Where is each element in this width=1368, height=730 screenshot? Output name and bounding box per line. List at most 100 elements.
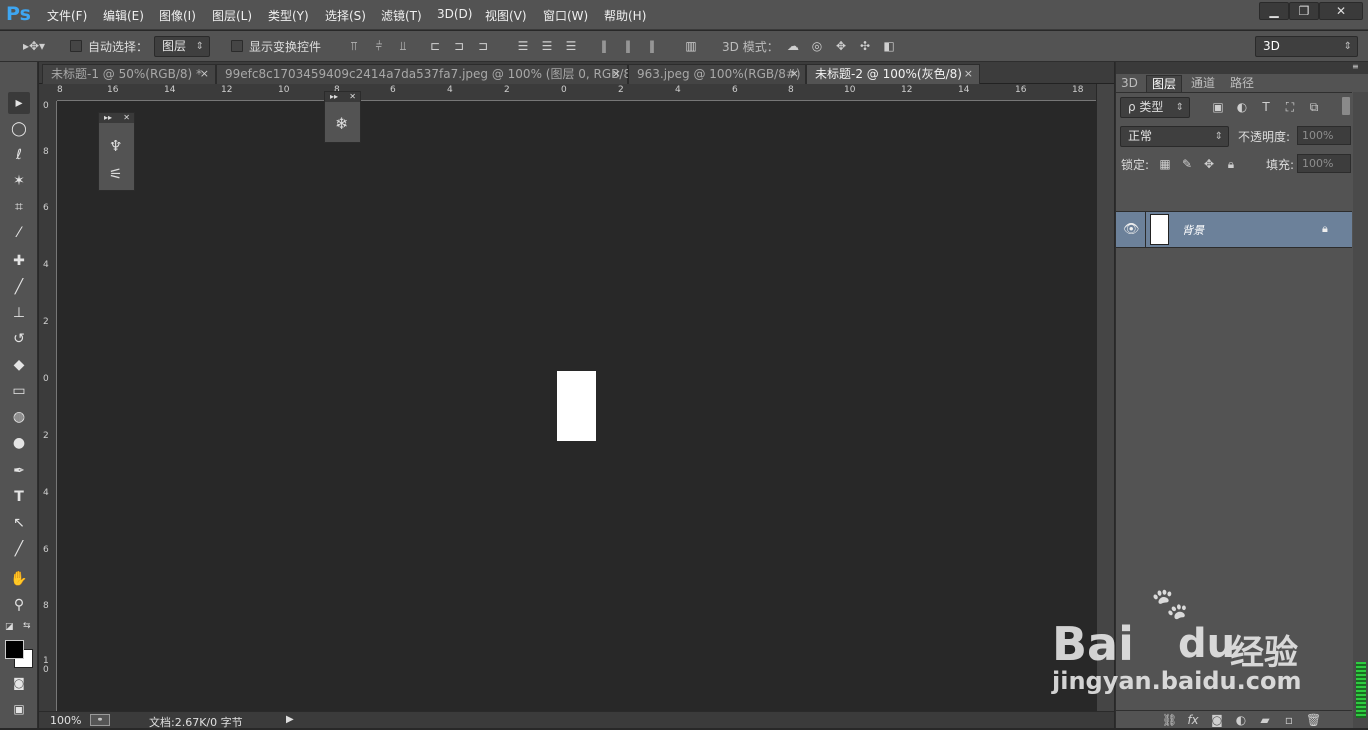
tab-layers[interactable]: 图层 xyxy=(1146,75,1183,92)
3d-camera-icon[interactable]: ◧ xyxy=(882,39,896,53)
gradient-icon[interactable]: ▭ xyxy=(8,380,30,402)
menu-view[interactable]: 视图(V) xyxy=(485,7,527,24)
menu-edit[interactable]: 编辑(E) xyxy=(103,7,144,24)
crop-icon[interactable]: ⌗ xyxy=(8,196,30,218)
menu-filter[interactable]: 滤镜(T) xyxy=(381,7,422,24)
elliptical-marquee-icon[interactable]: ◯ xyxy=(8,118,30,140)
collapse-icon[interactable]: ▸▸ xyxy=(330,92,338,102)
quick-mask-icon[interactable]: ◙ xyxy=(8,672,30,694)
lock-position-icon[interactable]: ✥ xyxy=(1202,157,1216,171)
auto-align-icon[interactable]: ▥ xyxy=(684,39,698,53)
link-layers-icon[interactable]: ⛓ xyxy=(1162,713,1177,727)
filter-adjustment-icon[interactable]: ◐ xyxy=(1235,100,1249,114)
workspace-dropdown[interactable]: 3D xyxy=(1255,36,1358,57)
path-selection-icon[interactable]: ↖ xyxy=(8,512,30,534)
auto-select-checkbox[interactable] xyxy=(70,40,82,52)
tab-close-icon[interactable]: × xyxy=(964,65,973,83)
fill-input[interactable]: 100% xyxy=(1297,154,1351,173)
menu-window[interactable]: 窗口(W) xyxy=(543,7,588,24)
3d-slide-icon[interactable]: ✣ xyxy=(858,39,872,53)
layer-row-background[interactable]: 👁︎ 背景 🔒︎ xyxy=(1116,211,1352,248)
tab-close-icon[interactable]: × xyxy=(200,65,209,83)
history-brush-icon[interactable]: ↺ xyxy=(8,328,30,350)
menu-help[interactable]: 帮助(H) xyxy=(604,7,646,24)
tab-untitled-2[interactable]: 未标题-2 @ 100%(灰色/8) × xyxy=(806,64,980,84)
blur-icon[interactable]: ◍ xyxy=(8,406,30,428)
tab-963-jpeg[interactable]: 963.jpeg @ 100%(RGB/8#) × xyxy=(628,64,806,84)
floating-panel-header[interactable]: ▸▸ ✕ xyxy=(99,113,134,123)
healing-brush-icon[interactable]: ✚ xyxy=(8,250,30,272)
lock-transparent-icon[interactable]: ▦ xyxy=(1158,157,1172,171)
tab-3d[interactable]: 3D xyxy=(1121,75,1138,92)
status-preview-icon[interactable]: ⚭ xyxy=(90,714,110,726)
distribute-top-icon[interactable]: ☰ xyxy=(516,39,530,53)
move-tool-preset-icon[interactable]: ▸✥▾ xyxy=(22,39,46,53)
3d-orbit-icon[interactable]: ☁ xyxy=(786,39,800,53)
panel-close-icon[interactable]: ✕ xyxy=(123,113,130,123)
3d-settings-icon[interactable]: ❄ xyxy=(335,114,348,133)
add-mask-icon[interactable]: ◙ xyxy=(1210,713,1224,727)
brush-icon[interactable]: ╱ xyxy=(8,276,30,298)
horizontal-ruler[interactable]: 8 16 14 12 10 8 6 4 2 0 2 4 6 8 10 12 14… xyxy=(57,84,1096,101)
line-tool-icon[interactable]: ╱ xyxy=(8,538,30,560)
layer-name[interactable]: 背景 xyxy=(1182,222,1204,238)
pen-icon[interactable]: ✒ xyxy=(8,460,30,482)
vertical-ruler[interactable]: 0 8 6 4 2 0 2 4 6 8 1 0 xyxy=(39,101,57,711)
distribute-hcenter-icon[interactable]: ‖ xyxy=(621,39,635,53)
align-vcenter-icon[interactable]: ⫩ xyxy=(372,39,386,53)
align-left-icon[interactable]: ⊏ xyxy=(428,39,442,53)
document-canvas[interactable] xyxy=(557,371,596,441)
align-right-icon[interactable]: ⊐ xyxy=(476,39,490,53)
lock-all-icon[interactable]: 🔒︎ xyxy=(1224,157,1238,171)
distribute-vcenter-icon[interactable]: ☰ xyxy=(540,39,554,53)
minimize-button[interactable]: ▁ xyxy=(1259,2,1289,20)
tab-close-icon[interactable]: × xyxy=(790,65,799,83)
filter-shape-icon[interactable]: ⛶ xyxy=(1283,100,1297,114)
eraser-icon[interactable]: ◆ xyxy=(8,354,30,376)
align-bottom-icon[interactable]: ⫫ xyxy=(396,39,410,53)
clone-stamp-icon[interactable]: ⊥ xyxy=(8,302,30,324)
blend-mode-dropdown[interactable]: 正常 xyxy=(1120,126,1229,147)
new-group-icon[interactable]: ▰ xyxy=(1258,713,1272,727)
adjustment-layer-icon[interactable]: ◐ xyxy=(1234,713,1248,727)
lock-pixels-icon[interactable]: ✎ xyxy=(1180,157,1194,171)
new-layer-icon[interactable]: ▫ xyxy=(1282,713,1296,727)
menu-image[interactable]: 图像(I) xyxy=(159,7,196,24)
filter-type-icon[interactable]: T xyxy=(1259,100,1273,114)
tab-untitled-1[interactable]: 未标题-1 @ 50%(RGB/8) * × xyxy=(42,64,216,84)
dodge-icon[interactable]: ● xyxy=(8,432,30,454)
distribute-bottom-icon[interactable]: ☰ xyxy=(564,39,578,53)
visibility-eye-icon[interactable]: 👁︎ xyxy=(1123,222,1140,237)
screen-mode-icon[interactable]: ▣ xyxy=(8,698,30,720)
fx-icon[interactable]: fx xyxy=(1186,713,1200,727)
eyedropper-icon[interactable]: ⁄ xyxy=(8,222,30,244)
filter-pixel-icon[interactable]: ▣ xyxy=(1211,100,1225,114)
layers-scrollbar[interactable] xyxy=(1353,92,1368,728)
tab-paths[interactable]: 路径 xyxy=(1230,75,1254,92)
menu-type[interactable]: 类型(Y) xyxy=(268,7,309,24)
hand-tool-icon[interactable]: ✋ xyxy=(8,568,30,590)
panel-menu-icon[interactable]: ≡ xyxy=(1352,62,1359,71)
default-colors-icon[interactable]: ◪ xyxy=(5,622,14,632)
status-menu-arrow[interactable]: ▶ xyxy=(286,714,294,725)
tool-presets-icon[interactable]: ⚟ xyxy=(109,165,122,183)
distribute-left-icon[interactable]: ‖ xyxy=(597,39,611,53)
tab-channels[interactable]: 通道 xyxy=(1191,75,1215,92)
restore-button[interactable]: ❐ xyxy=(1289,2,1319,20)
panel-close-icon[interactable]: ✕ xyxy=(349,92,356,102)
collapse-icon[interactable]: ▸▸ xyxy=(104,113,112,123)
tab-jpeg-1[interactable]: 99efc8c1703459409c2414a7da537fa7.jpeg @ … xyxy=(216,64,656,84)
move-tool-icon[interactable]: ▸ xyxy=(8,92,30,114)
filter-smart-object-icon[interactable]: ⧉ xyxy=(1307,100,1321,114)
align-top-icon[interactable]: ⫪ xyxy=(347,39,361,53)
lasso-icon[interactable]: ℓ xyxy=(8,144,30,166)
type-tool-icon[interactable]: T xyxy=(8,486,30,508)
zoom-level[interactable]: 100% xyxy=(50,714,81,727)
show-transform-checkbox[interactable] xyxy=(231,40,243,52)
floating-panel-header[interactable]: ▸▸ ✕ xyxy=(325,92,360,102)
magic-wand-icon[interactable]: ✶ xyxy=(8,170,30,192)
menu-select[interactable]: 选择(S) xyxy=(325,7,366,24)
tab-close-icon[interactable]: × xyxy=(612,65,621,83)
menu-3d[interactable]: 3D(D) xyxy=(437,7,472,21)
distribute-right-icon[interactable]: ‖ xyxy=(645,39,659,53)
